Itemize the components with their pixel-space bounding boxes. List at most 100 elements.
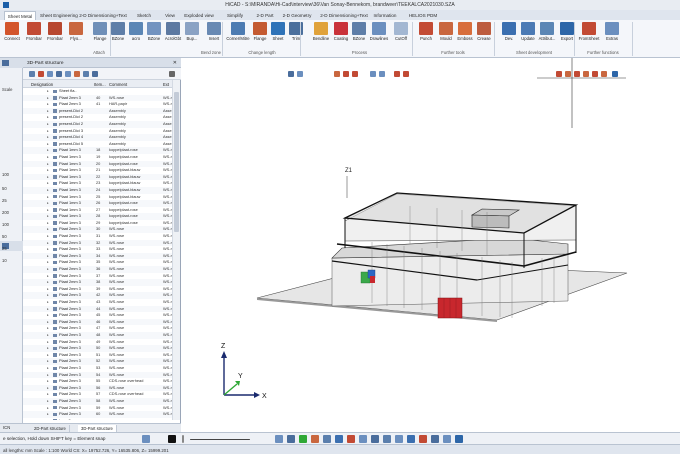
shade-icon[interactable]: [556, 71, 562, 77]
ribbon-tab[interactable]: 2-D Dimensioning+Text: [78, 11, 128, 20]
ribbon-tab[interactable]: Simplify: [219, 11, 251, 20]
shade-icon[interactable]: [601, 71, 607, 77]
expand-toggle-icon[interactable]: ▸: [47, 391, 49, 398]
command-icon[interactable]: [395, 435, 403, 443]
snap-icon[interactable]: [142, 435, 150, 443]
ribbon-tab[interactable]: Sheet Engineering: [40, 11, 78, 20]
expand-toggle-icon[interactable]: ▸: [47, 385, 49, 392]
tree-row[interactable]: ▸ Plaat 1mm 3 21 koppelplaat-blauw WS-r: [23, 167, 173, 174]
tree-row[interactable]: ▸ Plaat 1mm 3 28 koppelplaat-rose WS-r: [23, 213, 173, 220]
redraw-icon[interactable]: [379, 71, 385, 77]
column-header[interactable]: Item...: [94, 82, 106, 87]
tree-row[interactable]: ▸ Sheet fla..: [23, 88, 173, 95]
tree-row[interactable]: ▸ present-Dici 3 Assembly Asse: [23, 128, 173, 135]
clip-icon[interactable]: [403, 71, 409, 77]
tree-row[interactable]: ▸ Plaat 2mm 3 44 WS-rose WS-r: [23, 305, 173, 313]
command-icon[interactable]: [347, 435, 355, 443]
command-icon[interactable]: [455, 435, 463, 443]
command-icon[interactable]: [275, 435, 283, 443]
tree-row[interactable]: ▸ Plaat 2mm 3 52 WS-rose WS-r: [23, 358, 173, 365]
expand-toggle-icon[interactable]: ▸: [47, 279, 49, 286]
shade-icon[interactable]: [583, 71, 589, 77]
expand-toggle-icon[interactable]: ▸: [47, 358, 49, 365]
tree-row[interactable]: ▸ Plaat 2mm 3 34 WS-rose WS-r: [23, 252, 173, 260]
expand-toggle-icon[interactable]: ▸: [47, 398, 49, 405]
command-icon[interactable]: [431, 435, 439, 443]
tree-row[interactable]: ▸ Plaat 1mm 3 22 koppelplaat-blauw WS-r: [23, 173, 173, 181]
tree-row[interactable]: ▸ Plaat 2mm 3 40 WS-rose WS-r: [23, 94, 173, 102]
expand-toggle-icon[interactable]: ▸: [47, 114, 49, 121]
linetype-selector[interactable]: [190, 439, 250, 440]
expand-toggle-icon[interactable]: ▸: [47, 180, 49, 187]
expand-toggle-icon[interactable]: ▸: [47, 273, 49, 280]
tree-tool-icon[interactable]: [65, 71, 71, 77]
ribbon-button[interactable]: CutOff: [389, 22, 413, 49]
expand-toggle-icon[interactable]: ▸: [47, 339, 49, 346]
expand-toggle-icon[interactable]: ▸: [47, 174, 49, 181]
scroll-thumb[interactable]: [174, 92, 179, 232]
panel-icon[interactable]: [2, 60, 9, 66]
command-icon[interactable]: [383, 435, 391, 443]
ribbon-tab[interactable]: View: [160, 11, 180, 20]
expand-toggle-icon[interactable]: ▸: [47, 325, 49, 332]
expand-toggle-icon[interactable]: ▸: [47, 121, 49, 128]
ribbon-tab[interactable]: HELIOS PDM: [406, 11, 440, 20]
tree-row[interactable]: ▸ Plaat 1mm 3 27 koppelplaat-rose WS-r: [23, 207, 173, 214]
tree-row[interactable]: ▸ present-Dici 2 Assembly Asse: [23, 114, 173, 121]
tree-row[interactable]: ▸ Plaat 2mm 3 33 WS-rose WS-r: [23, 246, 173, 253]
view-icon[interactable]: [297, 71, 303, 77]
expand-toggle-icon[interactable]: ▸: [47, 187, 49, 194]
tree-row[interactable]: ▸ Plaat 1mm 3 20 koppelplaat-rose WS-r: [23, 160, 173, 168]
tree-tool-icon[interactable]: [38, 71, 44, 77]
expand-toggle-icon[interactable]: ▸: [47, 213, 49, 220]
expand-toggle-icon[interactable]: ▸: [47, 161, 49, 168]
expand-toggle-icon[interactable]: ▸: [47, 292, 49, 299]
tree-row[interactable]: ▸ Plaat 2mm 3 53 WS-rose WS-r: [23, 365, 173, 372]
tree-row[interactable]: ▸ Plaat 2mm 3 30 WS-rose WS-r: [23, 226, 173, 234]
tree-row[interactable]: ▸ Plaat 2mm 3 46 WS-rose WS-r: [23, 318, 173, 326]
tree-row[interactable]: ▸ Plaat 2mm 3 54 WS-rose WS-r: [23, 371, 173, 379]
expand-toggle-icon[interactable]: ▸: [47, 411, 49, 418]
expand-toggle-icon[interactable]: ▸: [47, 167, 49, 174]
expand-toggle-icon[interactable]: ▸: [47, 88, 49, 95]
expand-toggle-icon[interactable]: ▸: [47, 154, 49, 161]
column-header[interactable]: Comment: [109, 82, 127, 87]
ribbon-tab[interactable]: 2-D Part: [255, 11, 275, 20]
tree-row[interactable]: ▸ Plaat 2mm 3 39 WS-rose WS-r: [23, 286, 173, 293]
command-icon[interactable]: [335, 435, 343, 443]
tab-3d-part-structure[interactable]: 3D-Part structure: [78, 425, 117, 432]
tree-row[interactable]: ▸ present-Dici 4 Assembly Asse: [23, 134, 173, 141]
tree-row[interactable]: ▸ Plaat 2mm 3 31 WS-rose WS-r: [23, 233, 173, 240]
ribbon-tab[interactable]: 2-D Dimensioning+Text: [320, 11, 368, 20]
shade-icon[interactable]: [592, 71, 598, 77]
command-icon[interactable]: [323, 435, 331, 443]
tree-row[interactable]: ▸ present-Dici 5 Assembly Asse: [23, 141, 173, 148]
ribbon-button[interactable]: Trim: [284, 22, 308, 49]
expand-toggle-icon[interactable]: ▸: [47, 207, 49, 214]
expand-toggle-icon[interactable]: ▸: [47, 134, 49, 141]
expand-toggle-icon[interactable]: ▸: [47, 378, 49, 385]
expand-toggle-icon[interactable]: ▸: [47, 108, 49, 115]
pin-icon[interactable]: ✕: [173, 60, 177, 66]
tree-row[interactable]: ▸ Plaat 2mm 3 36 WS-rose WS-r: [23, 266, 173, 273]
rotate-icon[interactable]: [352, 71, 358, 77]
command-icon[interactable]: [311, 435, 319, 443]
shade-icon[interactable]: [574, 71, 580, 77]
expand-toggle-icon[interactable]: ▸: [47, 220, 49, 227]
tree-row[interactable]: ▸ Plaat 2mm 3 60 WS-rose WS-r: [23, 411, 173, 418]
tree-row[interactable]: ▸ Plaat 2mm 3 47 WS-rose WS-r: [23, 325, 173, 332]
expand-toggle-icon[interactable]: ▸: [47, 141, 49, 148]
ribbon-button[interactable]: Crease: [472, 22, 496, 49]
expand-toggle-icon[interactable]: ▸: [47, 101, 49, 108]
expand-toggle-icon[interactable]: ▸: [47, 128, 49, 135]
expand-toggle-icon[interactable]: ▸: [47, 312, 49, 319]
expand-toggle-icon[interactable]: ▸: [47, 95, 49, 102]
tree-row[interactable]: ▸ Plaat 2mm 3 56 WS-rose WS-r: [23, 384, 173, 392]
tree-tool-icon[interactable]: [29, 71, 35, 77]
expand-toggle-icon[interactable]: ▸: [47, 200, 49, 207]
section-icon[interactable]: [394, 71, 400, 77]
tree-row[interactable]: ▸ Plaat 1mm 3 25 koppelplaat-blauw WS-r: [23, 194, 173, 201]
expand-toggle-icon[interactable]: ▸: [47, 233, 49, 240]
tree-row[interactable]: ▸ present-Dici 2 Assembly Asse: [23, 107, 173, 115]
tree-row[interactable]: ▸ Plaat 2mm 3 58 WS-rose WS-r: [23, 397, 173, 405]
